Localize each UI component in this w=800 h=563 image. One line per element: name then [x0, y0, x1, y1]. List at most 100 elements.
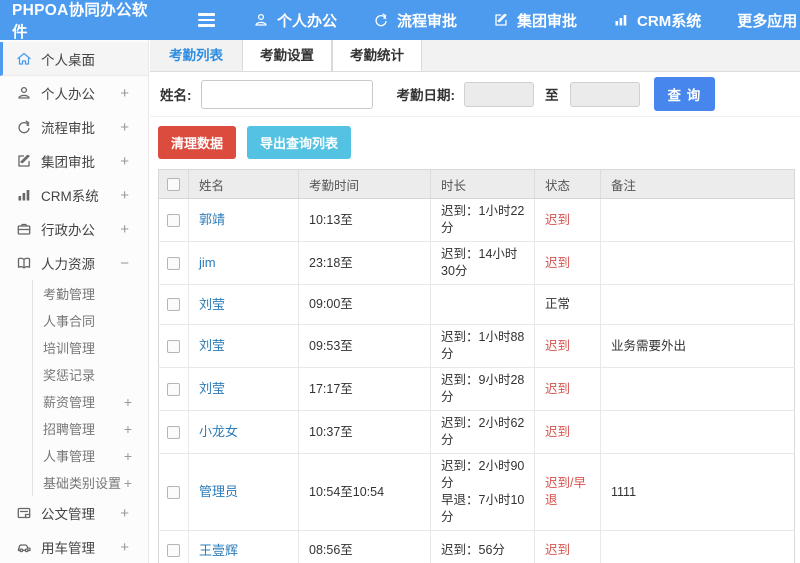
top-menu-item-5[interactable]: 更多应用: [737, 10, 800, 31]
row-checkbox-cell: [158, 324, 189, 368]
duration-line: 迟到：1小时88分: [441, 330, 525, 361]
sidebar-item-5[interactable]: CRM系统 +: [0, 178, 148, 212]
export-list-button[interactable]: 导出查询列表: [247, 126, 352, 159]
briefcase-icon: [15, 221, 32, 238]
sidebar-subitem-label: 奖惩记录: [43, 368, 96, 383]
user-icon: [253, 12, 269, 28]
sidebar-item-8[interactable]: 公文管理 +: [0, 496, 148, 530]
home-icon: [15, 50, 32, 67]
filter-row: 姓名: 考勤日期: 至 查 询: [150, 72, 800, 117]
sidebar-item-label: 人力资源: [41, 257, 95, 272]
employee-name-link[interactable]: 王壹辉: [199, 543, 238, 558]
cell-name: jim: [188, 241, 299, 285]
employee-name-link[interactable]: 刘莹: [199, 297, 225, 312]
row-checkbox-cell: [158, 284, 189, 325]
select-all-checkbox[interactable]: [167, 178, 180, 192]
row-checkbox[interactable]: [167, 298, 180, 312]
employee-name-link[interactable]: 小龙女: [199, 424, 238, 439]
expand-icon[interactable]: +: [120, 119, 129, 136]
top-menu-item-3[interactable]: 集团审批: [493, 10, 577, 31]
cell-attendance-time: 23:18至: [298, 241, 431, 285]
tab-1[interactable]: 考勤列表: [150, 40, 242, 71]
table-row: 刘莹 09:53至 迟到：1小时88分 迟到 业务需要外出: [158, 324, 795, 368]
cell-duration: 迟到：1小时88分: [430, 324, 535, 368]
row-checkbox[interactable]: [167, 485, 180, 499]
row-checkbox[interactable]: [167, 339, 180, 353]
expand-icon[interactable]: +: [124, 394, 132, 410]
date-from-input[interactable]: [464, 81, 534, 107]
top-menu-item-1[interactable]: 个人办公: [253, 10, 337, 31]
toolbar: 清理数据 导出查询列表: [150, 117, 800, 168]
row-checkbox[interactable]: [167, 425, 180, 439]
employee-name-link[interactable]: 郭靖: [199, 212, 225, 227]
sidebar-subitem-4[interactable]: 奖惩记录: [33, 361, 148, 388]
date-to-input[interactable]: [569, 81, 640, 107]
sidebar-subitem-5[interactable]: 薪资管理 +: [33, 388, 148, 415]
row-checkbox[interactable]: [167, 213, 180, 227]
top-menu-item-2[interactable]: 流程审批: [373, 10, 457, 31]
sidebar-subitem-label: 培训管理: [43, 341, 96, 356]
table-row: jim 23:18至 迟到：14小时30分 迟到: [158, 241, 795, 285]
sidebar-item-label: 用车管理: [41, 541, 95, 556]
cell-name: 小龙女: [188, 410, 299, 454]
row-checkbox-cell: [158, 367, 189, 411]
tab-3[interactable]: 考勤统计: [332, 40, 422, 71]
row-checkbox[interactable]: [167, 544, 180, 558]
sidebar-subitem-label: 人事管理: [43, 449, 96, 464]
top-menu-label: 更多应用: [737, 12, 798, 30]
status-badge: 迟到: [545, 381, 571, 396]
expand-icon[interactable]: +: [120, 187, 129, 204]
book-icon: [15, 255, 32, 272]
duration-line: 迟到：1小时22分: [441, 204, 525, 235]
top-menu: 个人办公 流程审批 集团审批 CRM系统 更多应用: [253, 10, 800, 31]
chart-icon: [15, 187, 32, 204]
duration-line: 迟到：9小时28分: [441, 373, 525, 404]
expand-icon[interactable]: +: [124, 421, 132, 437]
row-checkbox[interactable]: [167, 382, 180, 396]
expand-icon[interactable]: +: [120, 85, 129, 102]
sidebar-subitem-8[interactable]: 基础类别设置 +: [33, 469, 148, 496]
clear-data-button[interactable]: 清理数据: [158, 126, 237, 159]
tab-2[interactable]: 考勤设置: [242, 40, 332, 71]
sidebar-subitem-7[interactable]: 人事管理 +: [33, 442, 148, 469]
cell-status: 迟到: [534, 324, 601, 368]
sidebar-item-7[interactable]: 人力资源 −: [0, 246, 148, 280]
duration-line: 迟到：14小时30分: [441, 247, 518, 278]
expand-icon[interactable]: +: [124, 448, 132, 464]
table-row: 小龙女 10:37至 迟到：2小时62分 迟到: [158, 410, 795, 454]
sidebar-subitem-2[interactable]: 人事合同: [33, 307, 148, 334]
cell-status: 迟到: [534, 367, 601, 411]
search-button[interactable]: 查 询: [653, 77, 716, 111]
sidebar-item-3[interactable]: 流程审批 +: [0, 110, 148, 144]
hamburger-menu-icon[interactable]: [198, 13, 215, 27]
name-input[interactable]: [200, 79, 373, 109]
user-icon: [15, 85, 32, 102]
sidebar-subitem-3[interactable]: 培训管理: [33, 334, 148, 361]
expand-icon[interactable]: +: [120, 153, 129, 170]
flow-icon: [373, 12, 389, 28]
collapse-icon[interactable]: −: [120, 255, 129, 272]
cell-duration: 迟到：9小时28分: [430, 367, 535, 411]
expand-icon[interactable]: +: [120, 539, 129, 556]
sidebar-subitem-1[interactable]: 考勤管理: [33, 280, 148, 307]
employee-name-link[interactable]: 刘莹: [199, 338, 225, 353]
top-menu-item-4[interactable]: CRM系统: [613, 10, 701, 31]
sidebar-item-6[interactable]: 行政办公 +: [0, 212, 148, 246]
cell-note: [600, 367, 795, 411]
sidebar-item-1[interactable]: 个人桌面: [0, 42, 148, 76]
expand-icon[interactable]: +: [120, 221, 129, 238]
sidebar-item-2[interactable]: 个人办公 +: [0, 76, 148, 110]
duration-line: 早退：7小时10分: [441, 493, 525, 524]
employee-name-link[interactable]: 刘莹: [199, 381, 225, 396]
employee-name-link[interactable]: jim: [199, 255, 216, 270]
employee-name-link[interactable]: 管理员: [199, 484, 238, 499]
sidebar-item-4[interactable]: 集团审批 +: [0, 144, 148, 178]
app-title: PHPOA协同办公软件: [12, 2, 148, 41]
cell-attendance-time: 10:54至10:54: [298, 453, 431, 531]
table-row: 王壹辉 08:56至 迟到：56分 迟到: [158, 530, 795, 563]
sidebar-item-9[interactable]: 用车管理 +: [0, 530, 148, 563]
row-checkbox[interactable]: [167, 256, 180, 270]
expand-icon[interactable]: +: [124, 475, 132, 491]
expand-icon[interactable]: +: [120, 505, 129, 522]
sidebar-subitem-6[interactable]: 招聘管理 +: [33, 415, 148, 442]
